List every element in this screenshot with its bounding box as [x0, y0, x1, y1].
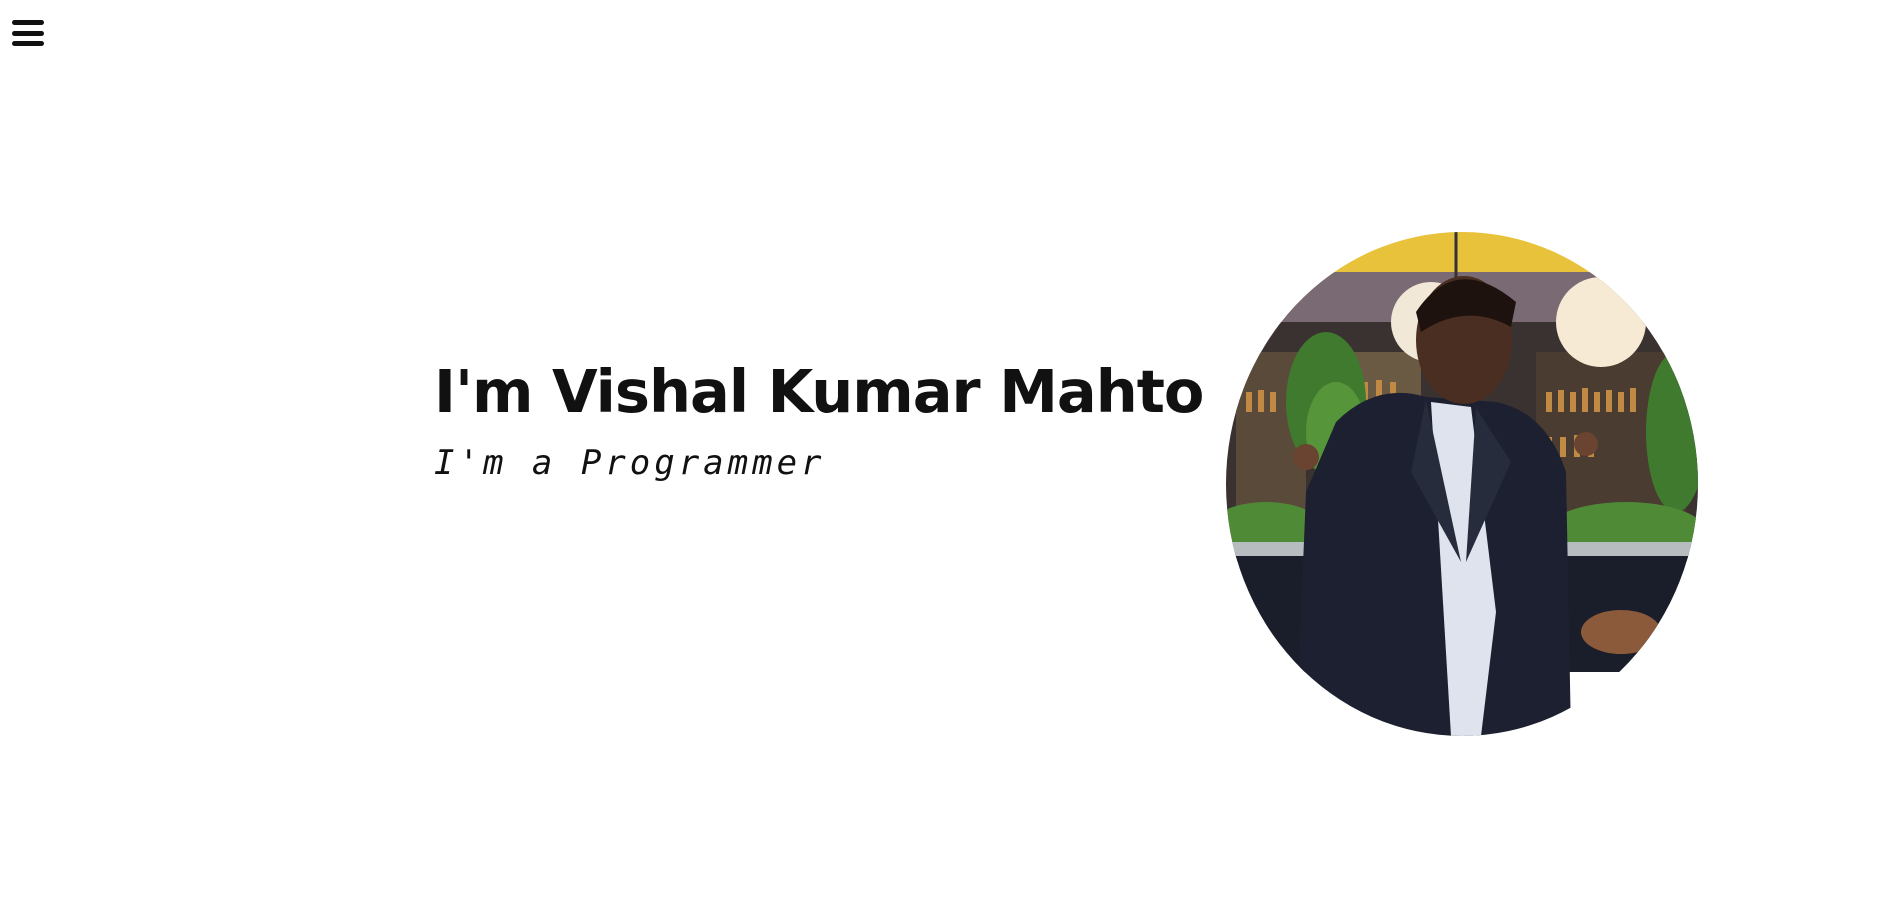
hero-section: I'm Vishal Kumar Mahto I'm a Programmer	[434, 357, 1204, 483]
menu-bar-bottom	[12, 41, 44, 46]
menu-bar-middle	[12, 30, 44, 36]
hamburger-menu-icon[interactable]	[12, 18, 44, 48]
menu-bar-top	[12, 20, 44, 25]
hero-subtitle: I'm a Programmer	[434, 442, 826, 483]
profile-photo-illustration	[1226, 232, 1698, 736]
profile-photo	[1226, 232, 1698, 736]
hero-title: I'm Vishal Kumar Mahto	[434, 357, 1204, 426]
